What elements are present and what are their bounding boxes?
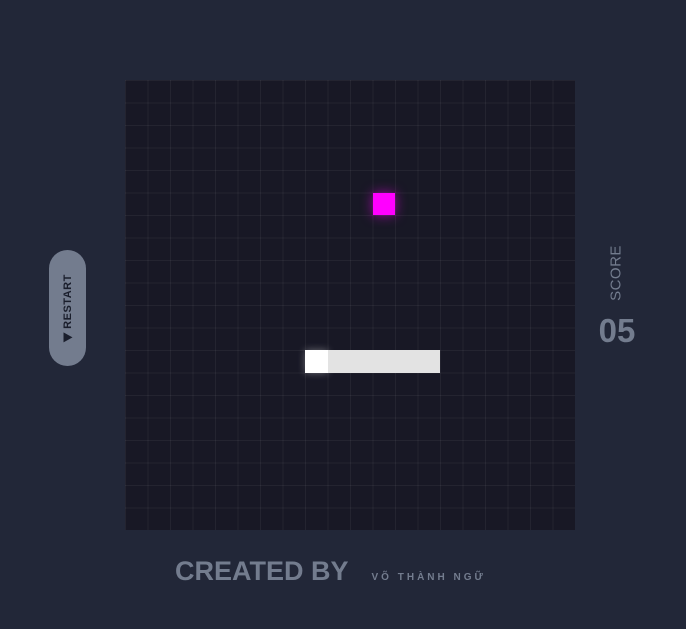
score-value: 05 bbox=[598, 312, 636, 349]
credit-line: CREATED BY VÕ THÀNH NGỮ bbox=[175, 556, 486, 587]
snake-segment bbox=[395, 350, 418, 373]
snake-segment bbox=[372, 350, 395, 373]
restart-content: RESTART bbox=[61, 274, 74, 343]
snake-segment bbox=[327, 350, 350, 373]
game-page: RESTART SCORE 05 CREATED BY VÕ THÀNH NGỮ bbox=[0, 0, 686, 629]
restart-label: RESTART bbox=[61, 274, 74, 329]
restart-button[interactable]: RESTART bbox=[49, 250, 86, 366]
food-pellet bbox=[372, 192, 395, 215]
created-by-label: CREATED BY bbox=[175, 556, 349, 586]
author-name: VÕ THÀNH NGỮ bbox=[371, 572, 486, 583]
snake-segment bbox=[417, 350, 440, 373]
score-label: SCORE bbox=[607, 245, 625, 301]
snake-segment bbox=[350, 350, 373, 373]
snake-head bbox=[305, 350, 328, 373]
game-board[interactable] bbox=[125, 80, 575, 530]
play-icon bbox=[63, 332, 72, 343]
